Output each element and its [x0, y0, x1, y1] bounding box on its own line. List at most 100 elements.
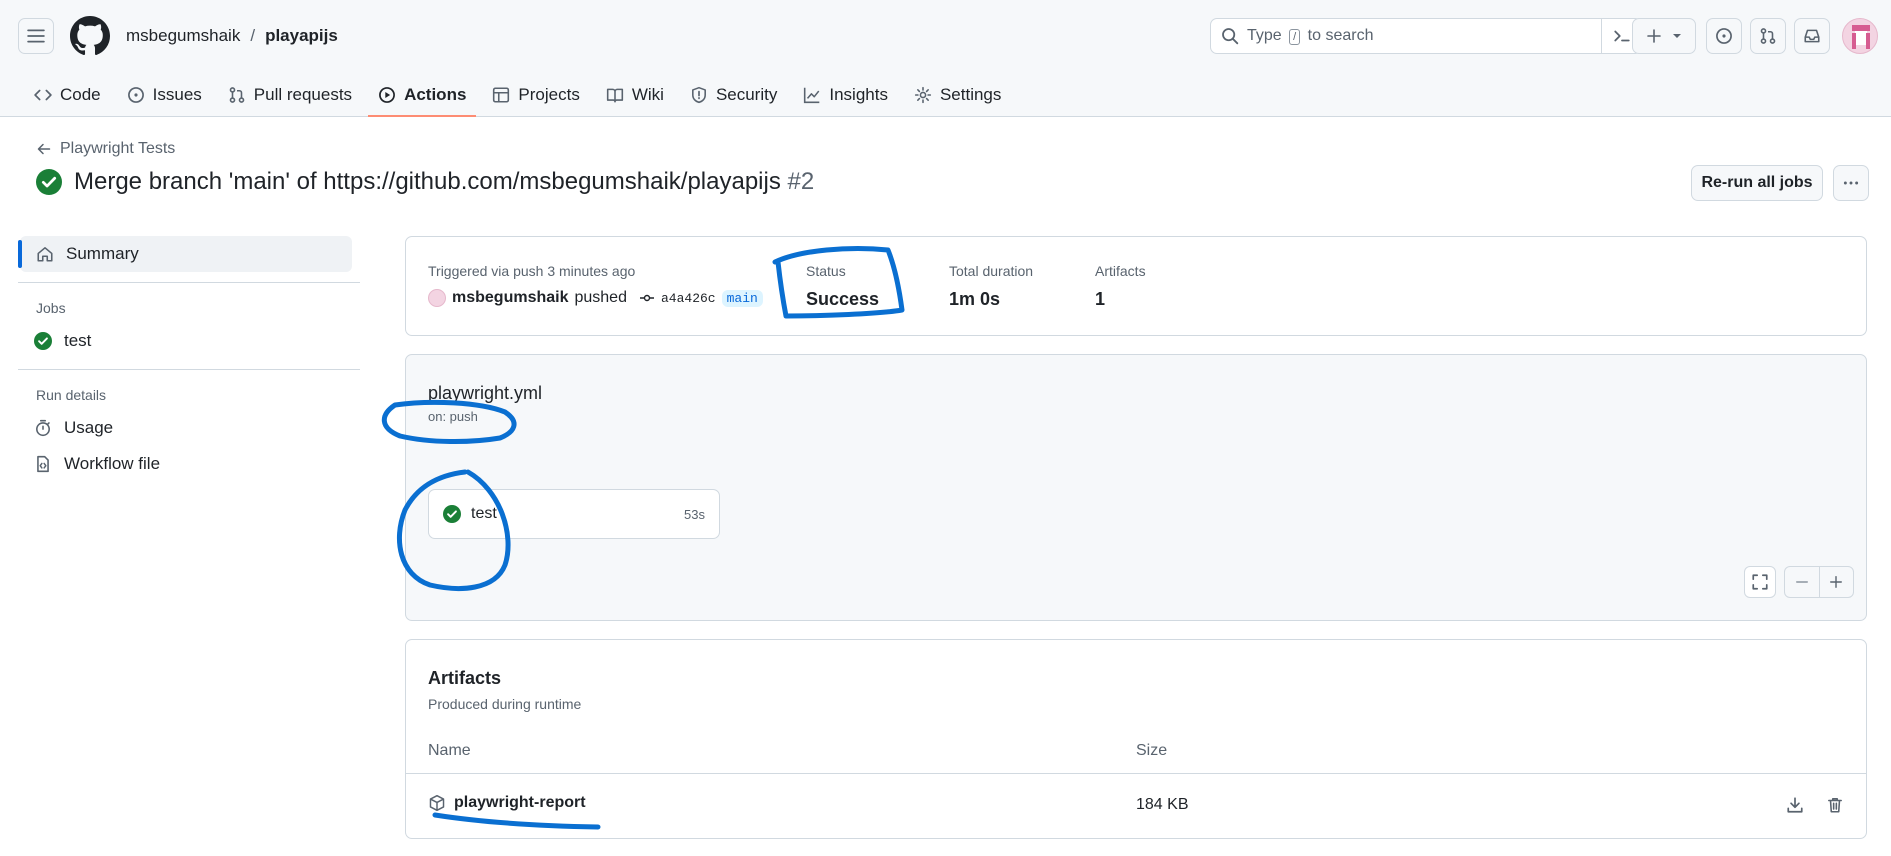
table-row: playwright-report 184 KB: [406, 774, 1866, 836]
trash-icon: [1828, 798, 1842, 813]
repo-link[interactable]: playapijs: [265, 26, 338, 46]
owner-link[interactable]: msbegumshaik: [126, 26, 240, 46]
menu-button[interactable]: [18, 18, 54, 54]
triangle-down-icon: [1673, 34, 1681, 38]
sidebar-divider: [18, 282, 360, 283]
sidebar-item-label: Workflow file: [64, 454, 161, 473]
duration-value: 1m 0s: [949, 289, 1001, 309]
tab-label: Issues: [152, 85, 202, 104]
screen-full-icon: [1752, 574, 1768, 590]
book-icon: [606, 88, 623, 103]
artifacts-table-header: Name Size: [406, 732, 1866, 774]
branch-badge[interactable]: main: [721, 289, 763, 307]
table-icon: [493, 87, 510, 103]
search-icon: [1222, 28, 1239, 45]
inbox-button[interactable]: [1794, 18, 1830, 54]
home-icon: [37, 247, 53, 262]
push-details: msbegumshaik pushed a4a426c main: [428, 289, 763, 307]
user-avatar[interactable]: [1842, 18, 1878, 54]
shield-icon: [691, 86, 706, 104]
issues-button[interactable]: [1706, 18, 1742, 54]
tab-label: Wiki: [631, 85, 664, 104]
tab-pull-requests[interactable]: Pull requests: [218, 78, 362, 112]
sidebar-item-label: test: [64, 331, 92, 350]
artifacts-count-block: Artifacts 1: [1095, 263, 1146, 310]
status-block: Status Success: [806, 263, 879, 310]
fullscreen-button[interactable]: [1744, 566, 1776, 598]
push-action-text: pushed: [574, 289, 627, 306]
duration-block: Total duration 1m 0s: [949, 263, 1033, 310]
sidebar-item-job-test[interactable]: test: [18, 323, 360, 359]
git-commit-icon: [639, 294, 654, 302]
check-circle-fill-icon: [34, 332, 52, 350]
run-sidebar: Summary Jobs test Run details Usage Work…: [18, 236, 360, 482]
sidebar-item-summary[interactable]: Summary: [18, 236, 352, 272]
tab-security[interactable]: Security: [680, 78, 787, 112]
create-new-button[interactable]: [1632, 18, 1696, 54]
minus-icon: [1795, 581, 1808, 583]
plus-icon: [1830, 576, 1843, 588]
repo-nav: Code Issues Pull requests Actions Projec…: [24, 78, 1017, 117]
run-summary-panel: Triggered via push 3 minutes ago msbegum…: [405, 236, 1867, 336]
tab-projects[interactable]: Projects: [482, 78, 589, 112]
github-logo-icon[interactable]: [70, 16, 110, 56]
trigger-text: Triggered via push 3 minutes ago: [428, 263, 636, 279]
sidebar-divider: [18, 369, 360, 370]
tab-code[interactable]: Code: [24, 78, 111, 112]
kebab-horizontal-icon: [1843, 181, 1859, 185]
search-shortcut-key: /: [1289, 29, 1301, 45]
tab-insights[interactable]: Insights: [793, 78, 898, 112]
duration-label: Total duration: [949, 263, 1034, 279]
zoom-in-button[interactable]: [1818, 567, 1854, 597]
git-pull-request-icon: [1760, 28, 1776, 44]
run-number: #2: [787, 168, 815, 195]
download-artifact-button[interactable]: [1784, 794, 1806, 816]
workflow-name: Playwright Tests: [60, 140, 176, 157]
identicon-icon: [1852, 25, 1870, 49]
tab-label: Actions: [404, 85, 467, 104]
sidebar-heading-run-details: Run details: [36, 387, 107, 403]
sidebar-item-label: Summary: [66, 244, 139, 263]
download-icon: [1787, 797, 1803, 813]
tab-label: Insights: [829, 85, 888, 104]
actor-avatar[interactable]: [428, 289, 446, 307]
check-circle-fill-icon: [443, 505, 461, 523]
breadcrumb-separator: /: [250, 26, 256, 45]
gear-icon: [914, 86, 932, 104]
inbox-icon: [1804, 29, 1820, 43]
tab-label: Code: [60, 85, 101, 104]
column-header-size: Size: [1136, 742, 1168, 759]
artifacts-count-value[interactable]: 1: [1095, 289, 1146, 310]
column-header-name: Name: [428, 742, 471, 759]
job-duration: 53s: [684, 506, 705, 522]
tab-label: Pull requests: [253, 85, 353, 104]
workflow-graph-panel: playwright.yml on: push test 53s: [405, 354, 1867, 621]
sidebar-item-workflow-file[interactable]: Workflow file: [18, 446, 360, 482]
workflow-back-link[interactable]: Playwright Tests: [36, 140, 175, 158]
artifacts-subtitle: Produced during runtime: [428, 696, 582, 712]
more-options-button[interactable]: [1833, 165, 1869, 201]
job-card-test[interactable]: test 53s: [428, 489, 720, 539]
artifacts-count-label: Artifacts: [1095, 263, 1146, 279]
sidebar-item-label: Usage: [64, 418, 114, 437]
rerun-all-jobs-button[interactable]: Re-run all jobs: [1691, 165, 1823, 201]
hamburger-icon: [27, 29, 45, 43]
sidebar-item-usage[interactable]: Usage: [18, 410, 360, 446]
zoom-out-button[interactable]: [1785, 567, 1819, 597]
tab-wiki[interactable]: Wiki: [596, 78, 674, 112]
graph-icon: [804, 87, 820, 104]
commit-sha-link[interactable]: a4a426c: [661, 291, 716, 306]
delete-artifact-button[interactable]: [1824, 794, 1846, 816]
actor-link[interactable]: msbegumshaik: [452, 289, 568, 307]
pull-requests-button[interactable]: [1750, 18, 1786, 54]
tab-settings[interactable]: Settings: [904, 78, 1011, 112]
artifacts-panel: Artifacts Produced during runtime Name S…: [405, 639, 1867, 839]
artifact-size: 184 KB: [1136, 796, 1189, 813]
tab-actions[interactable]: Actions: [368, 78, 477, 117]
check-circle-fill-icon: [36, 169, 62, 195]
tab-issues[interactable]: Issues: [117, 78, 212, 112]
search-input[interactable]: Type / to search: [1210, 18, 1642, 54]
artifact-link[interactable]: playwright-report: [428, 794, 586, 812]
global-header: msbegumshaik / playapijs Type / to searc…: [0, 0, 1891, 117]
pull-request-icon: [229, 87, 245, 103]
